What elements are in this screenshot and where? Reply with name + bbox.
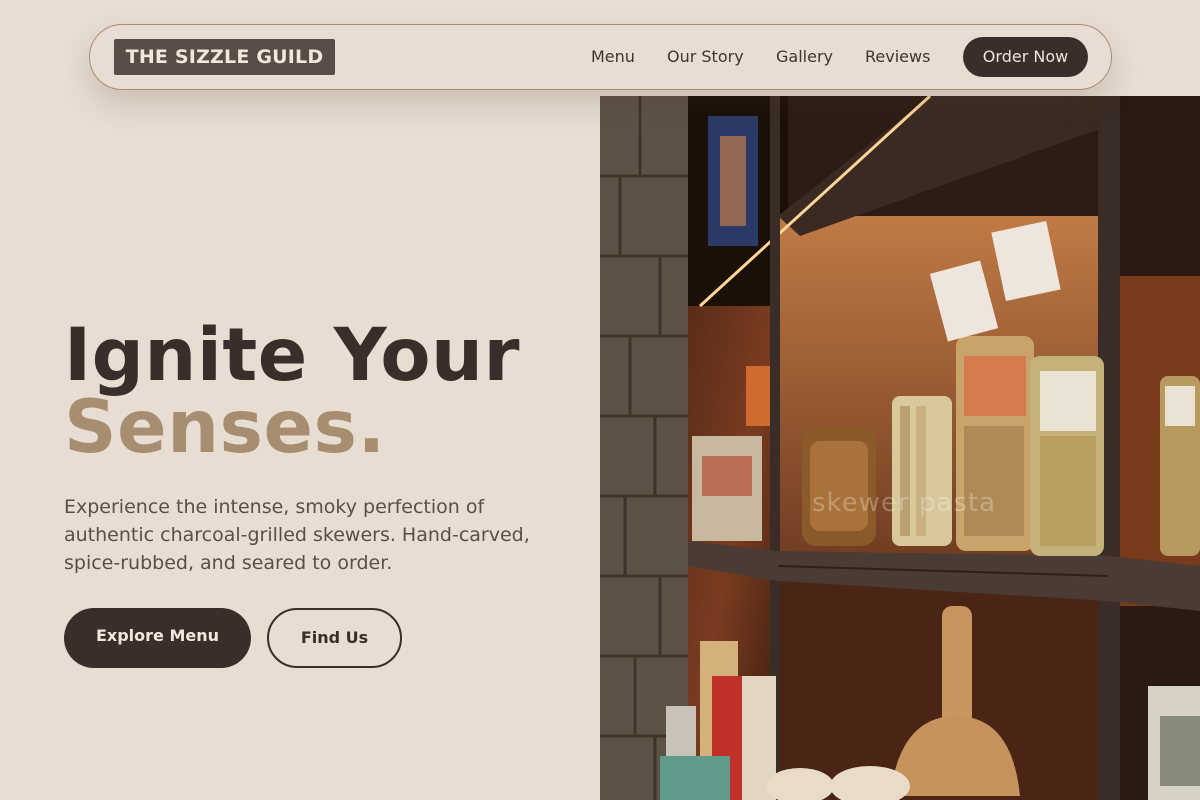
find-us-button[interactable]: Find Us bbox=[267, 608, 402, 668]
hero-heading: Ignite Your Senses. bbox=[64, 313, 521, 470]
top-navigation: THE SIZZLE GUILD Menu Our Story Gallery … bbox=[89, 24, 1112, 90]
hero-subtitle: Experience the intense, smoky perfection… bbox=[64, 496, 530, 574]
hero-photo: skewer pasta bbox=[600, 96, 1200, 800]
brand-logo[interactable]: THE SIZZLE GUILD bbox=[114, 39, 335, 75]
hero-heading-line-1: Ignite Your bbox=[64, 313, 521, 398]
nav-link-reviews[interactable]: Reviews bbox=[865, 46, 930, 68]
explore-menu-button[interactable]: Explore Menu bbox=[64, 608, 251, 668]
image-watermark: skewer pasta bbox=[812, 488, 996, 518]
nav-link-menu[interactable]: Menu bbox=[591, 46, 635, 68]
order-now-button[interactable]: Order Now bbox=[963, 37, 1088, 77]
hero-heading-line-2: Senses. bbox=[64, 385, 386, 470]
nav-link-our-story[interactable]: Our Story bbox=[667, 46, 744, 68]
shelf-illustration bbox=[600, 96, 1200, 800]
nav-link-gallery[interactable]: Gallery bbox=[776, 46, 833, 68]
